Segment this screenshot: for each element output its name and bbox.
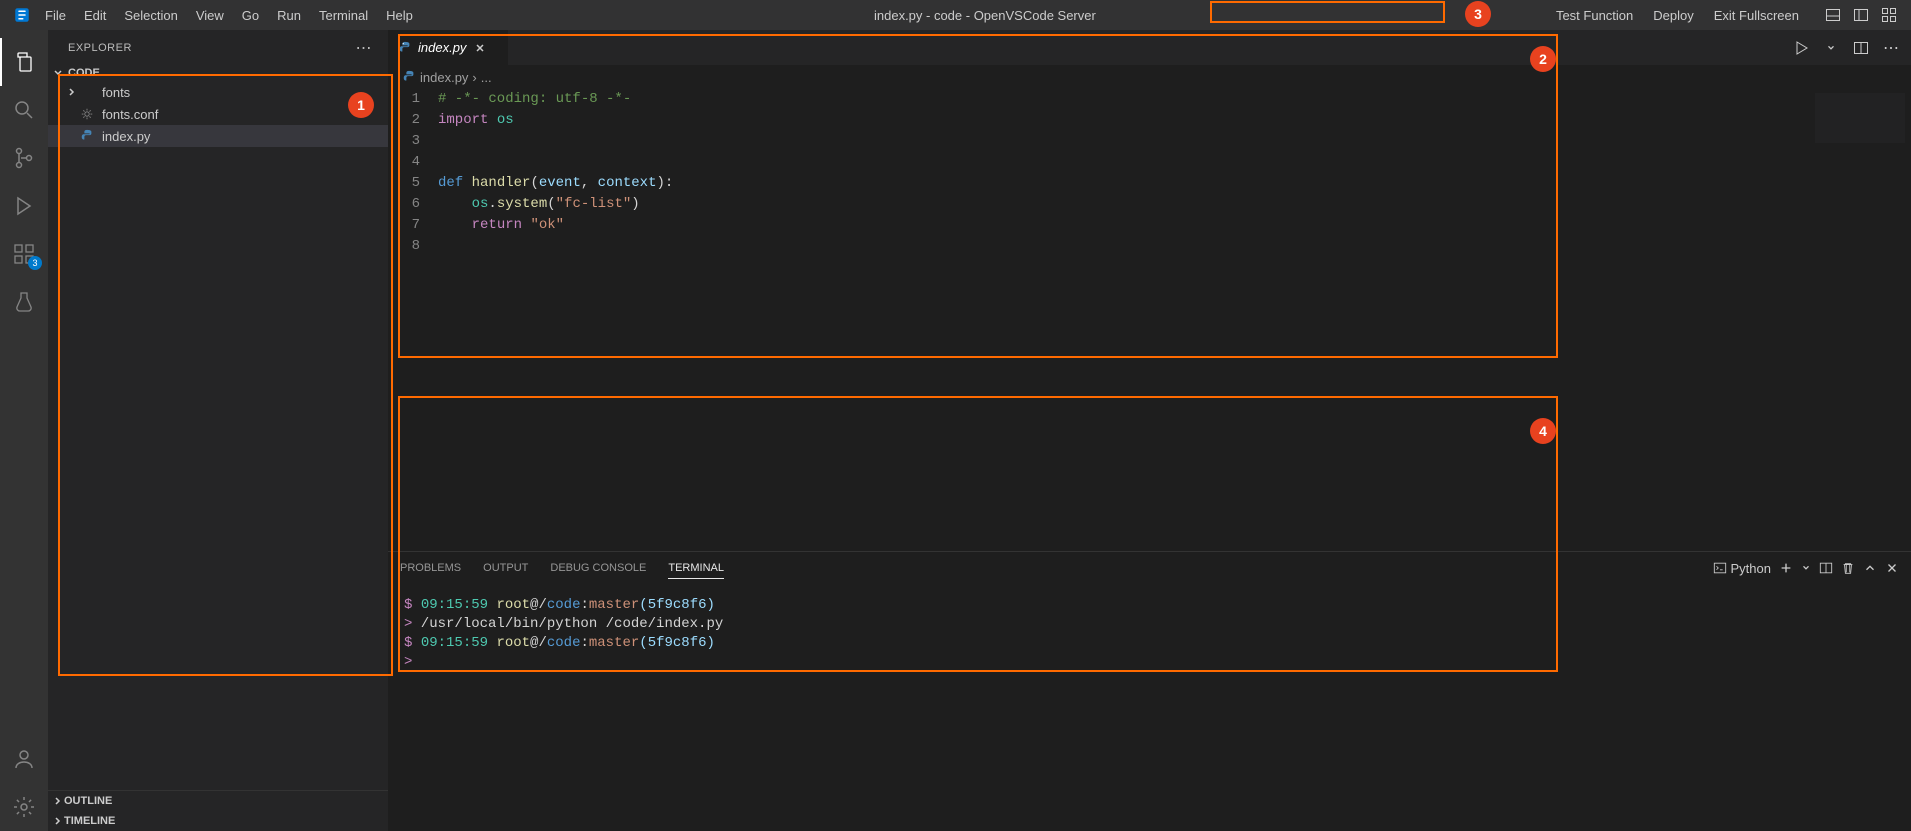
main-area: 3 EXPLORER ⋯ CODE fonts fonts.conf index.p…	[0, 30, 1911, 831]
bottom-panel: PROBLEMS OUTPUT DEBUG CONSOLE TERMINAL Pyth…	[388, 551, 1911, 831]
section-label: OUTLINE	[64, 795, 112, 807]
maximize-panel-icon[interactable]	[1863, 561, 1877, 575]
explorer-sidebar: EXPLORER ⋯ CODE fontsfonts.confindex.py …	[48, 30, 388, 831]
editor-actions: ⋯	[1789, 30, 1911, 65]
menu-terminal[interactable]: Terminal	[310, 0, 377, 30]
section-outline[interactable]: OUTLINE	[48, 791, 388, 811]
action-deploy[interactable]: Deploy	[1645, 4, 1701, 26]
title-bar: FileEditSelectionViewGoRunTerminalHelp i…	[0, 0, 1911, 30]
window-title: index.py - code - OpenVSCode Server	[422, 8, 1548, 23]
tab-index-py[interactable]: index.py	[388, 30, 508, 65]
sidebar-collapsed-sections: OUTLINE TIMELINE	[48, 790, 388, 831]
extensions-badge: 3	[28, 256, 42, 270]
sidebar-title: EXPLORER	[68, 42, 132, 54]
breadcrumb-rest: ...	[481, 70, 492, 85]
terminal-line: > /usr/local/bin/python /code/index.py	[404, 615, 1895, 634]
menu-bar: FileEditSelectionViewGoRunTerminalHelp	[36, 0, 422, 30]
chevron-down-icon	[52, 67, 64, 79]
explorer-root[interactable]: CODE	[48, 65, 388, 81]
activity-run-debug[interactable]	[0, 182, 48, 230]
menu-help[interactable]: Help	[377, 0, 422, 30]
section-timeline[interactable]: TIMELINE	[48, 811, 388, 831]
gear-icon	[80, 107, 96, 121]
chevron-right-icon	[52, 795, 64, 807]
panel-tab-terminal[interactable]: TERMINAL	[668, 558, 724, 579]
toggle-panel-icon[interactable]	[1819, 1, 1847, 29]
breadcrumb-file: index.py	[420, 70, 468, 85]
section-label: TIMELINE	[64, 815, 115, 827]
panel-actions: Python	[1713, 561, 1899, 576]
terminal-shell-selector[interactable]: Python	[1713, 561, 1771, 576]
breadcrumb[interactable]: index.py › ...	[388, 65, 1911, 89]
terminal[interactable]: $ 09:15:59 root@/code:master(5f9c8f6)> /…	[388, 584, 1911, 831]
tab-label: index.py	[418, 40, 466, 55]
panel-tab-problems[interactable]: PROBLEMS	[400, 558, 461, 579]
chevron-down-icon[interactable]	[1801, 563, 1811, 573]
title-actions-group: Test FunctionDeployExit Fullscreen	[1548, 4, 1807, 26]
menu-run[interactable]: Run	[268, 0, 310, 30]
sidebar-header: EXPLORER ⋯	[48, 30, 388, 65]
toggle-sidebar-icon[interactable]	[1847, 1, 1875, 29]
tree-item-fonts[interactable]: fonts	[48, 81, 388, 103]
more-icon[interactable]: ⋯	[1879, 36, 1903, 60]
menu-view[interactable]: View	[187, 0, 233, 30]
terminal-line: $ 09:15:59 root@/code:master(5f9c8f6)	[404, 596, 1895, 615]
customize-layout-icon[interactable]	[1875, 1, 1903, 29]
python-icon	[402, 70, 416, 84]
activity-settings[interactable]	[0, 783, 48, 831]
tree-item-label: fonts	[102, 85, 130, 100]
line-gutter: 12345678	[388, 89, 438, 551]
activity-extensions[interactable]: 3	[0, 230, 48, 278]
close-icon[interactable]	[472, 42, 488, 54]
menu-edit[interactable]: Edit	[75, 0, 115, 30]
chevron-right-icon	[66, 86, 80, 98]
code-content[interactable]: # -*- coding: utf-8 -*-import osdef hand…	[438, 89, 1911, 551]
split-terminal-icon[interactable]	[1819, 561, 1833, 575]
shell-label: Python	[1731, 561, 1771, 576]
minimap[interactable]	[1815, 93, 1905, 143]
terminal-line: >	[404, 653, 1895, 672]
menu-file[interactable]: File	[36, 0, 75, 30]
new-terminal-icon[interactable]	[1779, 561, 1793, 575]
file-tree: fonts fonts.conf index.py	[48, 81, 388, 790]
chevron-right-icon: ›	[472, 70, 476, 85]
code-editor[interactable]: 12345678 # -*- coding: utf-8 -*-import o…	[388, 89, 1911, 551]
python-icon	[80, 129, 96, 143]
action-test-function[interactable]: Test Function	[1548, 4, 1641, 26]
chevron-down-icon[interactable]	[1819, 36, 1843, 60]
app-icon	[8, 6, 36, 24]
tree-item-label: fonts.conf	[102, 107, 158, 122]
terminal-line: $ 09:15:59 root@/code:master(5f9c8f6)	[404, 634, 1895, 653]
activity-explorer[interactable]	[0, 38, 48, 86]
kill-terminal-icon[interactable]	[1841, 561, 1855, 575]
panel-tabs: PROBLEMS OUTPUT DEBUG CONSOLE TERMINAL Pyth…	[388, 552, 1911, 584]
menu-selection[interactable]: Selection	[115, 0, 186, 30]
editor-tabs: index.py ⋯	[388, 30, 1911, 65]
panel-tab-output[interactable]: OUTPUT	[483, 558, 528, 579]
split-editor-icon[interactable]	[1849, 36, 1873, 60]
tree-item-label: index.py	[102, 129, 150, 144]
panel-tab-debug-console[interactable]: DEBUG CONSOLE	[550, 558, 646, 579]
activity-bar: 3	[0, 30, 48, 831]
close-panel-icon[interactable]	[1885, 561, 1899, 575]
tree-item-index-py[interactable]: index.py	[48, 125, 388, 147]
tree-item-fonts-conf[interactable]: fonts.conf	[48, 103, 388, 125]
run-icon[interactable]	[1789, 36, 1813, 60]
sidebar-more-icon[interactable]: ⋯	[356, 38, 373, 58]
explorer-root-label: CODE	[68, 67, 100, 79]
python-icon	[398, 41, 412, 55]
chevron-right-icon	[52, 815, 64, 827]
action-exit-fullscreen[interactable]: Exit Fullscreen	[1706, 4, 1807, 26]
menu-go[interactable]: Go	[233, 0, 268, 30]
activity-accounts[interactable]	[0, 735, 48, 783]
activity-source-control[interactable]	[0, 134, 48, 182]
activity-testing[interactable]	[0, 278, 48, 326]
activity-search[interactable]	[0, 86, 48, 134]
editor-area: index.py ⋯	[388, 30, 1911, 831]
